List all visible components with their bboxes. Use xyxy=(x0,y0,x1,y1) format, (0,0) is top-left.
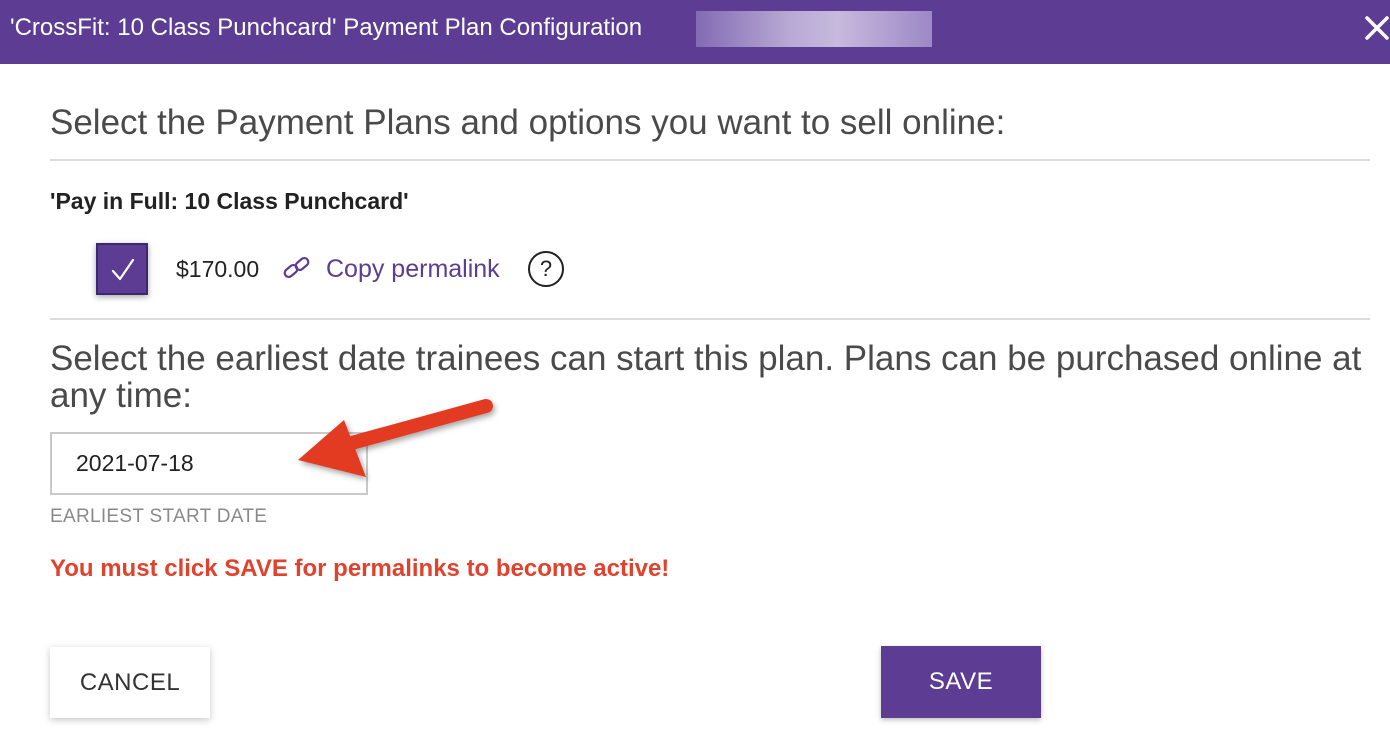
plan-checkbox[interactable] xyxy=(96,243,148,295)
annotation-arrow-icon xyxy=(298,399,493,477)
save-button[interactable]: SAVE xyxy=(881,646,1041,718)
cancel-button[interactable]: CANCEL xyxy=(50,647,210,718)
plan-name: 'Pay in Full: 10 Class Punchcard' xyxy=(50,188,409,214)
divider xyxy=(50,159,1370,161)
plans-heading: Select the Payment Plans and options you… xyxy=(50,103,1006,142)
save-warning: You must click SAVE for permalinks to be… xyxy=(50,555,670,582)
close-button[interactable] xyxy=(1360,10,1390,46)
dialog-title: 'CrossFit: 10 Class Punchcard' Payment P… xyxy=(10,14,643,41)
checkmark-icon xyxy=(111,258,135,281)
dialog-titlebar: 'CrossFit: 10 Class Punchcard' Payment P… xyxy=(0,0,1390,64)
redacted-area xyxy=(696,11,932,47)
earliest-start-date-label: EARLIEST START DATE xyxy=(50,506,268,527)
close-icon xyxy=(1365,16,1389,40)
link-icon[interactable] xyxy=(282,254,312,282)
divider xyxy=(50,318,1370,320)
plan-price: $170.00 xyxy=(176,256,260,282)
copy-permalink-link[interactable]: Copy permalink xyxy=(326,253,500,285)
help-icon[interactable]: ? xyxy=(528,251,564,287)
start-date-heading: Select the earliest date trainees can st… xyxy=(50,339,1362,415)
